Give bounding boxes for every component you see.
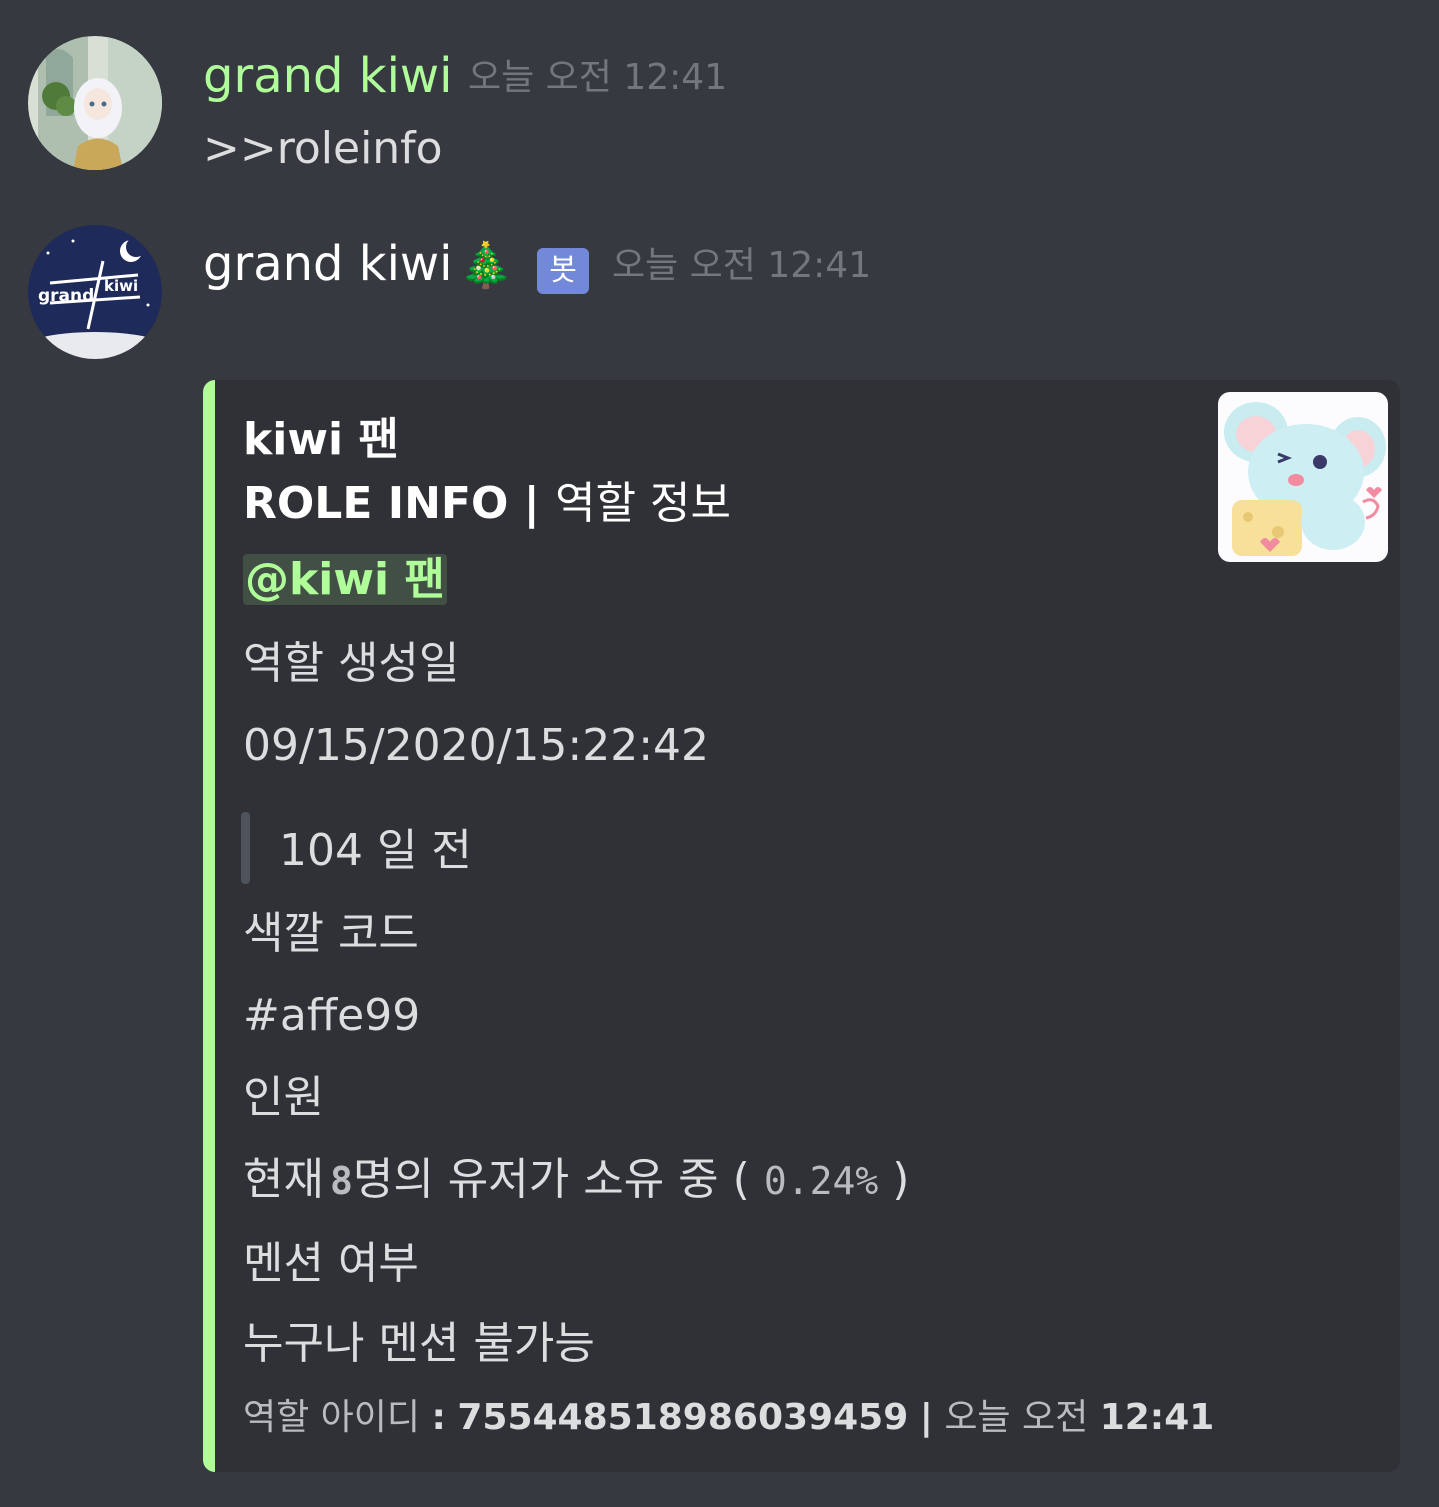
avatar-text-left: grand — [38, 286, 94, 306]
embed-title-rest: 역할 정보 — [555, 478, 731, 529]
bot-name[interactable]: grand kiwi 🎄 — [203, 236, 513, 294]
role-info-embed: kiwi 팬 ROLE INFO | 역할 정보 @kiwi 팬 역할 생성일 … — [203, 380, 1400, 1472]
members-suffix: 명의 유저가 소유 중 — [352, 1154, 719, 1205]
created-label: 역할 생성일 — [243, 638, 460, 689]
embed-title: ROLE INFO | 역할 정보 — [243, 476, 731, 532]
footer-label: 역할 아이디 — [243, 1397, 421, 1438]
bot-name-text: grand kiwi — [203, 236, 453, 292]
footer-role-id: 755448518986039459 — [457, 1397, 909, 1438]
members-prefix: 현재 — [243, 1154, 324, 1205]
mention-label: 멘션 여부 — [243, 1238, 419, 1289]
members-value: 현재 8명의 유저가 소유 중 ( 0.24% ) — [243, 1152, 909, 1209]
tree-emoji-icon: 🎄 — [458, 240, 514, 291]
color-label: 색깔 코드 — [243, 908, 419, 959]
color-value: #affe99 — [243, 990, 421, 1041]
bot-tag: 봇 — [537, 248, 589, 294]
message-2: grand kiwi grand kiwi 🎄 봇 오늘 오전 12:41 ki… — [0, 0, 1439, 1507]
embed-accent-bar — [203, 380, 215, 1472]
members-open-paren: ( — [732, 1154, 750, 1205]
embed-thumbnail[interactable] — [1218, 392, 1388, 562]
mention-value: 누구나 멘션 불가능 — [243, 1318, 595, 1369]
embed-title-bold: ROLE INFO | — [243, 478, 540, 529]
members-label: 인원 — [243, 1072, 324, 1123]
footer-time: 12:41 — [1099, 1397, 1215, 1438]
role-mention-row: @kiwi 팬 — [243, 550, 447, 619]
role-mention[interactable]: @kiwi 팬 — [243, 554, 447, 605]
blockquote-bar — [241, 812, 250, 884]
created-value: 09/15/2020/15:22:42 — [243, 720, 710, 771]
created-ago: 104 일 전 — [279, 825, 472, 876]
footer-pipe: | — [919, 1397, 933, 1438]
footer-day: 오늘 오전 — [944, 1397, 1089, 1438]
bot-avatar[interactable]: grand kiwi — [28, 225, 162, 359]
members-close-paren: ) — [892, 1154, 910, 1205]
members-count: 8 — [329, 1159, 353, 1203]
embed-footer: 역할 아이디 : 755448518986039459 | 오늘 오전 12:4… — [243, 1392, 1214, 1444]
message-timestamp: 오늘 오전 12:41 — [612, 245, 872, 286]
footer-sep: : — [431, 1397, 446, 1438]
members-percent: 0.24% — [763, 1159, 879, 1203]
embed-author: kiwi 팬 — [243, 414, 399, 465]
avatar-text-right: kiwi — [104, 277, 138, 295]
